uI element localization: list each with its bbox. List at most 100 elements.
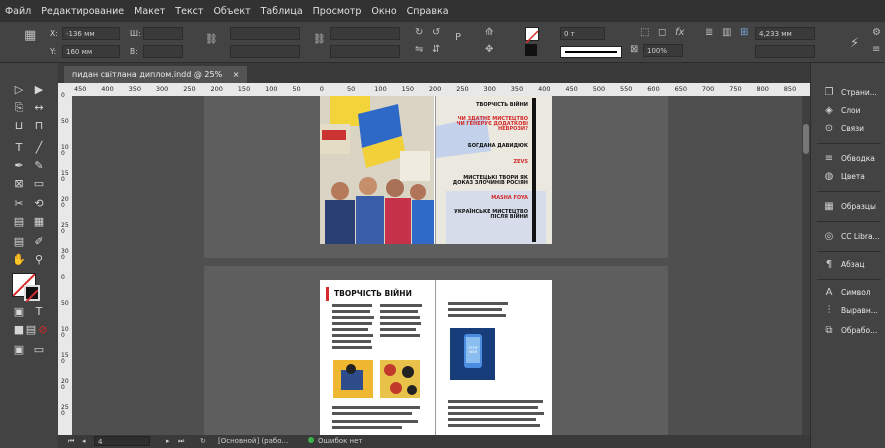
preview-mode-icon[interactable]: ▭	[32, 343, 46, 357]
pen-tool-icon[interactable]: ✒	[12, 159, 26, 173]
headline-5[interactable]: МИСТЕЦЬКІ ТВОРИ ЯК ДОКАЗ ЗЛОЧИНІВ РОСІЯН	[448, 176, 528, 186]
panel-stroke[interactable]: ≡ Обводка	[823, 153, 875, 164]
rectangle-frame-tool-icon[interactable]: ⊠	[12, 177, 26, 191]
apply-none-icon[interactable]: ⊘	[36, 323, 50, 337]
path-icon[interactable]: P	[455, 32, 461, 43]
text-wrap-icon[interactable]: ≣	[705, 27, 713, 38]
panel-links[interactable]: ⊙ Связи	[823, 123, 864, 134]
pencil-tool-icon[interactable]: ✎	[32, 159, 46, 173]
panel-cc-libraries[interactable]: ◎ CC Libra...	[823, 231, 880, 242]
vertical-ruler[interactable]: 0 50 100 150 200 250 300 0 50 100 150 200 250	[58, 83, 72, 435]
screen-mode-icon[interactable]: ▣	[12, 343, 26, 357]
constrain-scale-icon[interactable]: ⛓	[313, 34, 326, 45]
height-field[interactable]	[143, 45, 183, 58]
panel-pages[interactable]: ❐ Страни...	[823, 87, 877, 98]
menu-window[interactable]: Окно	[366, 6, 401, 17]
hand-tool-icon[interactable]: ✋	[12, 253, 26, 267]
first-page-icon[interactable]: ⏮	[68, 437, 74, 446]
article-title[interactable]: ТВОРЧІСТЬ ВІЙНИ	[334, 289, 412, 298]
protest-photo[interactable]	[320, 96, 434, 244]
gradient-feather-tool-icon[interactable]: ▦	[32, 215, 46, 229]
direct-selection-tool-icon[interactable]: ▶	[32, 83, 46, 97]
next-page-icon[interactable]: ▸	[166, 437, 170, 445]
headline-2[interactable]: ЧИ ЗДАТНЕ МИСТЕЦТВО ЧИ ГЕНЕРУЄ ДОДАТКОВІ…	[448, 117, 528, 132]
shear-field[interactable]	[330, 45, 400, 58]
rotate-cw-icon[interactable]: ↻	[415, 27, 423, 38]
rectangle-tool-icon[interactable]: ▭	[32, 177, 46, 191]
panel-align[interactable]: ⫶ Выравн...	[823, 305, 878, 316]
content-collector-icon[interactable]: ⊔	[12, 119, 26, 133]
constrain-icon[interactable]: ⛓	[205, 34, 218, 45]
scissors-tool-icon[interactable]: ✂	[12, 197, 26, 211]
zoom-tool-icon[interactable]: ⚲	[32, 253, 46, 267]
width-field[interactable]	[143, 27, 183, 40]
spread-1[interactable]: ТВОРЧІСТЬ ВІЙНИ ЧИ ЗДАТНЕ МИСТЕЦТВО ЧИ Г…	[320, 96, 552, 244]
page-field[interactable]: 4	[94, 436, 150, 446]
panel-paragraph[interactable]: ¶ Абзац	[823, 259, 865, 270]
formatting-text-icon[interactable]: T	[32, 305, 46, 319]
columns-icon[interactable]: ▥	[722, 27, 731, 38]
fx-icon[interactable]: fx	[675, 27, 684, 38]
select-content-icon[interactable]: ✥	[485, 44, 493, 55]
stroke-weight-field[interactable]: 0 т	[560, 27, 605, 40]
scrollbar-thumb[interactable]	[803, 124, 809, 154]
stroke-type-dropdown[interactable]	[560, 46, 622, 58]
eyedropper-tool-icon[interactable]: ✐	[32, 235, 46, 249]
frame-icon[interactable]: ⬚	[640, 27, 649, 38]
rotate-field[interactable]	[330, 27, 400, 40]
size-field[interactable]: 4,233 мм	[755, 27, 815, 40]
gap-tool-icon[interactable]: ↔	[32, 101, 46, 115]
master-status[interactable]: [Основной] (рабо...	[218, 437, 288, 445]
flip-h-icon[interactable]: ⇋	[415, 44, 423, 55]
menu-view[interactable]: Просмотр	[308, 6, 367, 17]
menu-type[interactable]: Текст	[170, 6, 208, 17]
flip-v-icon[interactable]: ⇵	[432, 44, 440, 55]
panel-pathfinder[interactable]: ⧉ Обрабо...	[823, 325, 877, 336]
panel-swatches[interactable]: ▦ Образцы	[823, 201, 876, 212]
note-tool-icon[interactable]: ▤	[12, 235, 26, 249]
page-tool-icon[interactable]: ⎘	[12, 101, 26, 115]
shadow-icon[interactable]: ◻	[658, 27, 666, 38]
menu-table[interactable]: Таблица	[256, 6, 308, 17]
headline-1[interactable]: ТВОРЧІСТЬ ВІЙНИ	[448, 103, 528, 108]
auto-fit-icon[interactable]: ⊞	[740, 27, 748, 38]
menu-file[interactable]: Файл	[0, 6, 36, 17]
lightning-icon[interactable]: ⚡	[850, 36, 859, 51]
vertical-scrollbar[interactable]	[802, 96, 810, 435]
illustration-phone[interactable]: STOP WAR	[450, 328, 495, 380]
reference-point-icon[interactable]: ▦	[24, 28, 36, 43]
style-dropdown[interactable]	[755, 45, 815, 58]
menu-edit[interactable]: Редактирование	[36, 6, 129, 17]
spread-2[interactable]: ТВОРЧІСТЬ ВІЙНИ STOP WAR	[320, 280, 552, 435]
panel-color[interactable]: ◍ Цвета	[823, 171, 865, 182]
line-tool-icon[interactable]: ╱	[32, 141, 46, 155]
close-icon[interactable]: ×	[233, 70, 240, 79]
illustration-soldier[interactable]	[333, 360, 373, 398]
headline-7[interactable]: УКРАЇНСЬКЕ МИСТЕЦТВО ПІСЛЯ ВІЙНИ	[448, 210, 528, 220]
menu-help[interactable]: Справка	[402, 6, 454, 17]
free-transform-tool-icon[interactable]: ⟲	[32, 197, 46, 211]
menu-object[interactable]: Объект	[208, 6, 255, 17]
scale-x-field[interactable]	[230, 27, 300, 40]
panel-character[interactable]: A Символ	[823, 287, 871, 298]
illustration-faces[interactable]	[380, 360, 420, 398]
opacity-field[interactable]: 100%	[643, 44, 683, 57]
last-page-icon[interactable]: ⏭	[178, 437, 184, 446]
content-placer-icon[interactable]: ⊓	[32, 119, 46, 133]
gradient-swatch-tool-icon[interactable]: ▤	[12, 215, 26, 229]
x-field[interactable]: -136 мм	[62, 27, 120, 40]
error-status[interactable]: Ошибок нет	[318, 437, 362, 445]
stroke-color-icon[interactable]	[24, 285, 40, 303]
menu-layout[interactable]: Макет	[129, 6, 170, 17]
headline-6[interactable]: MASHA FOYA	[448, 196, 528, 201]
stroke-swatch[interactable]	[525, 44, 537, 56]
panel-layers[interactable]: ◈ Слои	[823, 105, 860, 116]
open-page-icon[interactable]: ↻	[200, 437, 206, 445]
select-container-icon[interactable]: ⟰	[485, 27, 493, 38]
gear-icon[interactable]: ⚙	[872, 27, 881, 38]
scale-y-field[interactable]	[230, 45, 300, 58]
fill-swatch[interactable]	[525, 27, 539, 44]
headline-4[interactable]: ZEVS	[448, 160, 528, 165]
headline-3[interactable]: БОГДАНА ДАВИДЮК	[448, 144, 528, 149]
type-tool-icon[interactable]: T	[12, 141, 26, 155]
